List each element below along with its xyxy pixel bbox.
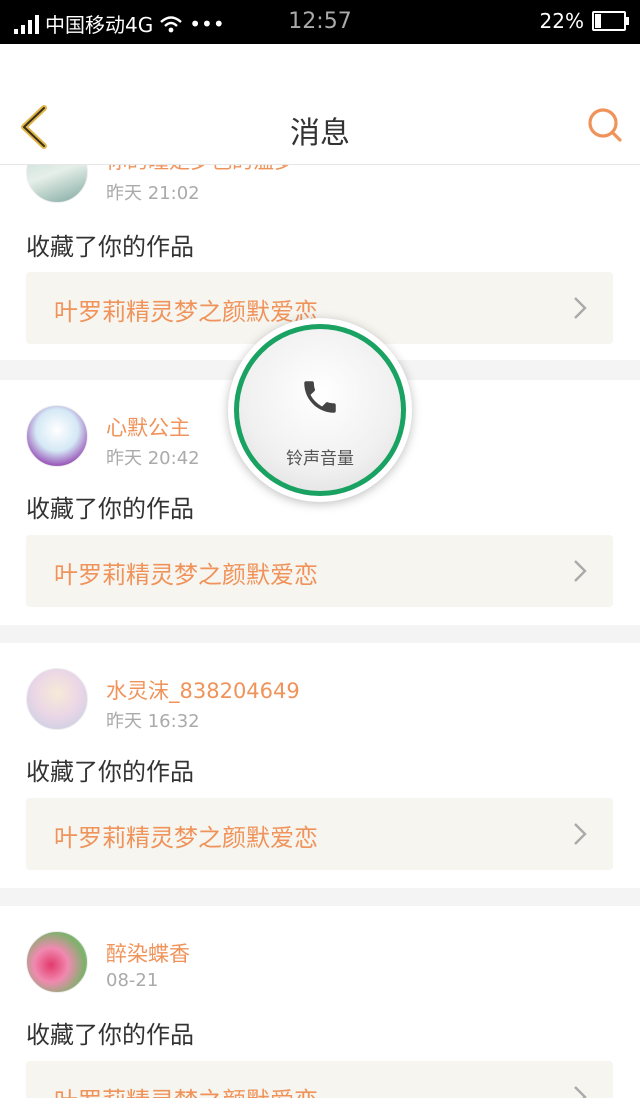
action-text: 收藏了你的作品 <box>26 758 194 786</box>
nav-header: 消息 <box>0 44 640 165</box>
message-card[interactable]: 水灵沫_838204649 昨天 16:32 收藏了你的作品 叶罗莉精灵梦之颜默… <box>0 643 640 888</box>
chevron-right-icon <box>574 1086 587 1098</box>
avatar[interactable] <box>26 931 88 993</box>
phone-icon <box>304 381 336 413</box>
message-time: 昨天 16:32 <box>106 711 200 732</box>
volume-label: 铃声音量 <box>286 449 354 469</box>
chevron-right-icon <box>574 823 587 845</box>
page-title: 消息 <box>290 116 350 151</box>
message-time: 08-21 <box>106 970 159 991</box>
action-text: 收藏了你的作品 <box>26 233 194 261</box>
work-title: 叶罗莉精灵梦之颜默爱恋 <box>54 561 318 589</box>
work-title: 叶罗莉精灵梦之颜默爱恋 <box>54 1081 318 1098</box>
user-name[interactable]: 醉染蝶香 <box>106 938 190 968</box>
search-icon[interactable] <box>586 106 624 144</box>
battery-icon <box>592 11 629 31</box>
work-link[interactable]: 叶罗莉精灵梦之颜默爱恋 <box>26 798 613 870</box>
battery-percent: 22% <box>539 9 584 33</box>
avatar[interactable] <box>26 165 88 203</box>
chevron-right-icon <box>574 560 587 582</box>
action-text: 收藏了你的作品 <box>26 495 194 523</box>
user-name[interactable]: 你的瞳是梦色的温梦 <box>106 165 295 175</box>
work-title: 叶罗莉精灵梦之颜默爱恋 <box>54 824 318 852</box>
message-time: 昨天 21:02 <box>106 183 200 204</box>
message-card[interactable]: 醉染蝶香 08-21 收藏了你的作品 叶罗莉精灵梦之颜默爱恋 <box>0 906 640 1098</box>
avatar[interactable] <box>26 668 88 730</box>
volume-overlay: 铃声音量 <box>228 318 412 502</box>
message-list[interactable]: 你的瞳是梦色的温梦 昨天 21:02 收藏了你的作品 叶罗莉精灵梦之颜默爱恋 心… <box>0 165 640 1098</box>
status-bar: 中国移动4G ••• 12:57 22% <box>0 0 640 44</box>
work-link[interactable]: 叶罗莉精灵梦之颜默爱恋 <box>26 1061 613 1098</box>
work-link[interactable]: 叶罗莉精灵梦之颜默爱恋 <box>26 535 613 607</box>
avatar[interactable] <box>26 405 88 467</box>
message-time: 昨天 20:42 <box>106 448 200 469</box>
work-title: 叶罗莉精灵梦之颜默爱恋 <box>54 298 318 326</box>
chevron-right-icon <box>574 297 587 319</box>
user-name[interactable]: 水灵沫_838204649 <box>106 675 300 705</box>
user-name[interactable]: 心默公主 <box>106 412 190 442</box>
action-text: 收藏了你的作品 <box>26 1021 194 1049</box>
